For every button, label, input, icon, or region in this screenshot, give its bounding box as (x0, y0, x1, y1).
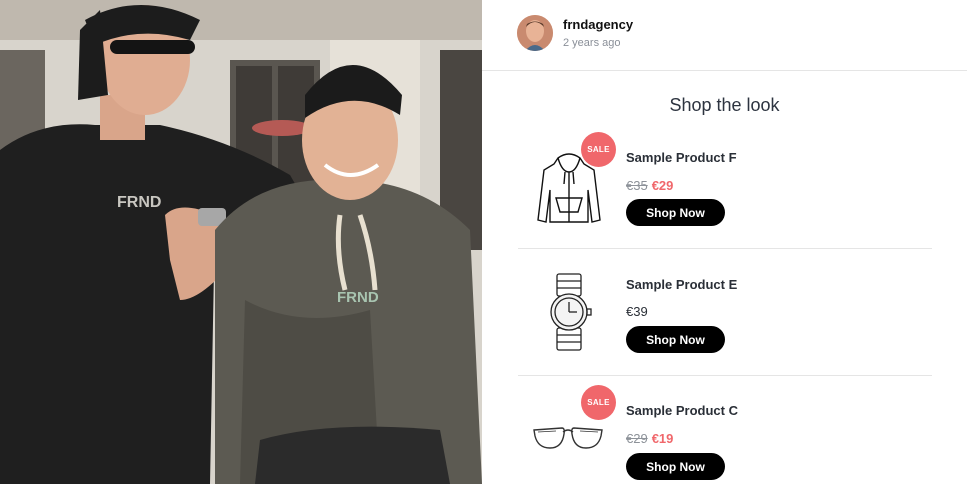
shop-panel: frndagency 2 years ago Shop the look SAL… (482, 0, 967, 484)
shop-now-button[interactable]: Shop Now (626, 199, 725, 226)
post-header: frndagency 2 years ago (482, 0, 967, 71)
product-card: Sample Product E €39 Shop Now (518, 249, 932, 376)
username[interactable]: frndagency (563, 17, 633, 32)
wristwatch-icon (550, 273, 592, 351)
product-price: €35 €29 (626, 178, 673, 193)
sale-price: €19 (651, 431, 674, 446)
original-price: €35 (626, 178, 648, 193)
shop-title: Shop the look (669, 95, 780, 115)
product-price: €39 (626, 304, 648, 319)
product-price: €29 €19 (626, 431, 673, 446)
product-name[interactable]: Sample Product F (626, 150, 737, 165)
product-thumbnail[interactable] (524, 267, 614, 357)
original-price: €29 (626, 431, 648, 446)
sale-badge: SALE (581, 385, 616, 420)
product-card: SALE Sample Product C €29 €19 Shop Now (518, 376, 932, 484)
product-card: SALE Sample Product F €35 €29 Shop Now (518, 122, 932, 249)
shop-now-button[interactable]: Shop Now (626, 326, 725, 353)
post-photo-illustration: FRND FRND (0, 0, 482, 484)
avatar-image (517, 15, 553, 51)
shirt-print-right: FRND (337, 289, 379, 306)
glasses-icon (533, 427, 603, 449)
regular-price: €39 (626, 304, 648, 319)
post-timestamp: 2 years ago (563, 37, 621, 49)
product-name[interactable]: Sample Product C (626, 403, 738, 418)
product-name[interactable]: Sample Product E (626, 277, 737, 292)
sale-badge: SALE (581, 132, 616, 167)
avatar[interactable] (517, 15, 553, 51)
sale-price: €29 (651, 178, 674, 193)
shirt-print-left: FRND (117, 194, 161, 211)
post-photo[interactable]: FRND FRND (0, 0, 482, 484)
shop-now-button[interactable]: Shop Now (626, 453, 725, 480)
